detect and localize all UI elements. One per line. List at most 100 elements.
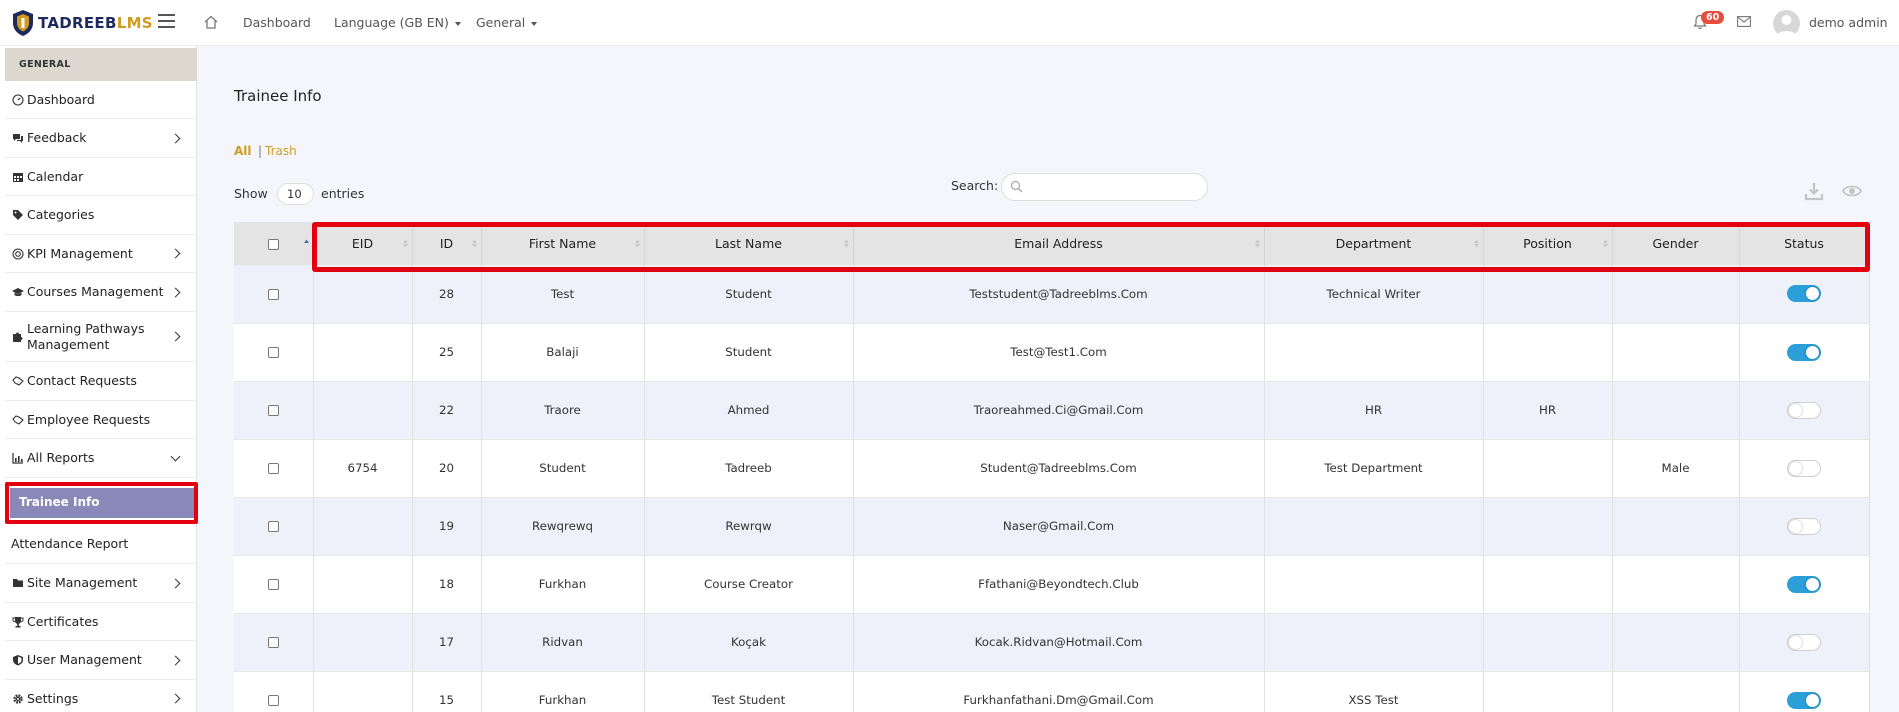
status-cell	[1739, 265, 1870, 324]
table-body: 28 Test Student Teststudent@Tadreeblms.Com T…	[234, 265, 1870, 712]
email-cell: Teststudent@Tadreeblms.Com	[853, 265, 1265, 324]
row-checkbox[interactable]	[267, 521, 279, 532]
status-toggle[interactable]	[1787, 401, 1821, 419]
row-select-cell[interactable]	[234, 323, 314, 382]
eid-cell	[313, 555, 413, 614]
status-toggle[interactable]	[1787, 459, 1821, 477]
sidebar-item-attendance-report[interactable]: Attendance Report	[5, 526, 197, 564]
row-checkbox[interactable]	[267, 695, 279, 706]
gauge-icon	[12, 93, 24, 106]
gender-cell	[1612, 497, 1740, 556]
show-label: Show	[234, 186, 268, 201]
nav-dashboard-link[interactable]: Dashboard	[243, 15, 311, 30]
download-icon[interactable]	[1804, 181, 1824, 201]
table-header-row: EID ID First Name Last Name Email Addres…	[234, 222, 1870, 265]
position-cell	[1483, 671, 1613, 712]
sidebar-item-label: Calendar	[27, 168, 84, 184]
general-dropdown[interactable]: General	[476, 15, 538, 30]
status-toggle[interactable]	[1787, 633, 1821, 651]
sidebar-item-all-reports[interactable]: All Reports	[5, 439, 197, 478]
row-checkbox[interactable]	[267, 405, 279, 416]
eid-cell	[313, 323, 413, 382]
sidebar-item-site-management[interactable]: Site Management	[5, 564, 197, 603]
row-select-cell[interactable]	[234, 671, 314, 712]
page-length-select[interactable]: 10	[277, 183, 314, 205]
column-header-gender[interactable]: Gender	[1612, 222, 1740, 265]
home-icon[interactable]	[203, 14, 219, 30]
language-label: Language (GB EN)	[334, 15, 449, 30]
sidebar-item-label: Certificates	[27, 613, 99, 629]
gender-cell	[1612, 265, 1740, 324]
sidebar-item-feedback[interactable]: Feedback	[5, 119, 197, 158]
position-cell	[1483, 613, 1613, 672]
position-cell	[1483, 265, 1613, 324]
column-header-eid[interactable]: EID	[313, 222, 413, 265]
table-row: 15 Furkhan Test Student Furkhanfathani.Dm@G…	[234, 671, 1870, 712]
sidebar-item-learning-pathways[interactable]: Learning Pathways Management	[5, 312, 197, 362]
column-header-department[interactable]: Department	[1264, 222, 1484, 265]
gender-cell	[1612, 381, 1740, 440]
sidebar-item-kpi-management[interactable]: KPI Management	[5, 235, 197, 273]
menu-toggle-icon[interactable]	[158, 14, 175, 28]
sidebar-item-courses-management[interactable]: Courses Management	[5, 273, 197, 312]
last-name-cell: Tadreeb	[644, 439, 854, 498]
sidebar-item-settings[interactable]: Settings	[5, 680, 197, 712]
filter-all-link[interactable]: All	[234, 144, 252, 158]
row-select-cell[interactable]	[234, 439, 314, 498]
last-name-cell: Rewrqw	[644, 497, 854, 556]
mail-icon[interactable]	[1737, 16, 1751, 27]
last-name-cell: Student	[644, 323, 854, 382]
row-select-cell[interactable]	[234, 613, 314, 672]
sidebar-item-certificates[interactable]: Certificates	[5, 603, 197, 641]
shield-logo-icon	[13, 10, 33, 36]
last-name-cell: Student	[644, 265, 854, 324]
row-select-cell[interactable]	[234, 381, 314, 440]
eid-cell	[313, 671, 413, 712]
column-header-last-name[interactable]: Last Name	[644, 222, 854, 265]
row-select-cell[interactable]	[234, 265, 314, 324]
email-cell: Traoreahmed.Ci@Gmail.Com	[853, 381, 1265, 440]
status-toggle[interactable]	[1787, 343, 1821, 361]
sidebar-item-employee-requests[interactable]: Employee Requests	[5, 401, 197, 439]
sort-icon	[471, 239, 477, 248]
avatar[interactable]	[1773, 10, 1800, 37]
general-label: General	[476, 15, 526, 30]
row-checkbox[interactable]	[267, 637, 279, 648]
row-checkbox[interactable]	[267, 288, 279, 300]
first-name-cell: Ridvan	[481, 613, 645, 672]
column-header-first-name[interactable]: First Name	[481, 222, 645, 265]
select-all-header[interactable]	[234, 222, 314, 265]
row-select-cell[interactable]	[234, 497, 314, 556]
eye-icon[interactable]	[1842, 183, 1862, 199]
row-checkbox[interactable]	[267, 347, 279, 358]
filter-trash-link[interactable]: Trash	[265, 144, 297, 158]
status-toggle[interactable]	[1787, 691, 1821, 709]
column-header-email[interactable]: Email Address	[853, 222, 1265, 265]
sidebar-item-user-management[interactable]: User Management	[5, 641, 197, 680]
user-name[interactable]: demo admin	[1809, 15, 1888, 30]
brand-logo[interactable]: TADREEBLMS	[12, 9, 153, 37]
sort-icon	[1602, 239, 1608, 248]
select-all-checkbox[interactable]	[267, 239, 279, 250]
gender-cell	[1612, 323, 1740, 382]
sidebar-item-categories[interactable]: Categories	[5, 196, 197, 235]
language-dropdown[interactable]: Language (GB EN)	[334, 15, 461, 30]
row-checkbox[interactable]	[267, 579, 279, 590]
sidebar-item-contact-requests[interactable]: Contact Requests	[5, 362, 197, 401]
caret-down-icon	[454, 21, 461, 26]
sidebar-item-dashboard[interactable]: Dashboard	[5, 81, 197, 119]
sort-icon	[1473, 239, 1479, 248]
sidebar-item-label: Courses Management	[27, 284, 164, 299]
status-toggle[interactable]	[1787, 285, 1821, 303]
column-header-position[interactable]: Position	[1483, 222, 1613, 265]
status-toggle[interactable]	[1787, 575, 1821, 593]
row-checkbox[interactable]	[267, 463, 279, 474]
column-header-status[interactable]: Status	[1739, 222, 1870, 265]
search-input[interactable]	[1001, 173, 1208, 201]
column-header-id[interactable]: ID	[412, 222, 482, 265]
status-toggle[interactable]	[1787, 517, 1821, 535]
sidebar-item-calendar[interactable]: Calendar	[5, 158, 197, 196]
row-select-cell[interactable]	[234, 555, 314, 614]
status-cell	[1739, 613, 1870, 672]
sidebar-item-label: Categories	[27, 207, 95, 222]
